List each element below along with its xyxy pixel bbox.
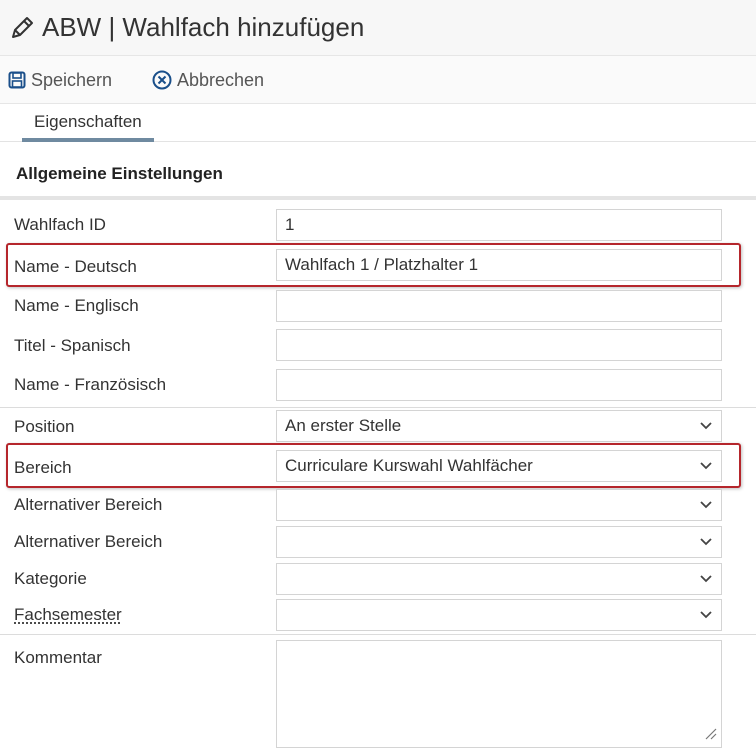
tab-bar: Eigenschaften (0, 104, 756, 142)
cancel-button[interactable]: Abbrechen (152, 67, 264, 93)
bereich-label: Bereich (14, 458, 72, 477)
position-label: Position (14, 417, 75, 436)
chevron-down-icon (700, 575, 712, 583)
tab-label: Eigenschaften (34, 112, 142, 131)
name-deutsch-label: Name - Deutsch (14, 257, 137, 276)
save-button[interactable]: Speichern (8, 67, 112, 93)
cancel-icon (152, 70, 172, 90)
bereich-value: Curriculare Kurswahl Wahlfächer (285, 456, 533, 475)
alt-bereich-1-select[interactable] (276, 489, 722, 521)
chevron-down-icon (700, 611, 712, 619)
alt-bereich-1-label: Alternativer Bereich (14, 495, 163, 514)
save-label: Speichern (31, 69, 113, 90)
group-divider (0, 634, 756, 635)
chevron-down-icon (700, 538, 712, 546)
name-englisch-input[interactable] (276, 290, 722, 322)
group-divider (0, 407, 756, 408)
chevron-down-icon (700, 422, 712, 430)
kategorie-label: Kategorie (14, 569, 87, 588)
section-divider (0, 196, 756, 200)
alt-bereich-2-select[interactable] (276, 526, 722, 558)
wahlfach-id-input[interactable] (276, 209, 722, 241)
position-value: An erster Stelle (285, 416, 402, 435)
wahlfach-id-label: Wahlfach ID (14, 215, 106, 234)
name-franzoesisch-input[interactable] (276, 369, 722, 401)
section-title: Allgemeine Einstellungen (16, 164, 223, 183)
pencil-icon (12, 17, 33, 38)
page-title: ABW | Wahlfach hinzufügen (42, 12, 365, 42)
name-franzoesisch-label: Name - Französisch (14, 375, 167, 394)
name-deutsch-input[interactable] (276, 249, 722, 281)
toolbar: Speichern Abbrechen (0, 56, 756, 104)
chevron-down-icon (700, 501, 712, 509)
titel-spanisch-label: Titel - Spanisch (14, 336, 131, 355)
tab-active-indicator (22, 138, 154, 142)
bereich-select[interactable]: Curriculare Kurswahl Wahlfächer (276, 450, 722, 482)
titel-spanisch-input[interactable] (276, 329, 722, 361)
kommentar-label: Kommentar (14, 648, 102, 667)
kommentar-textarea[interactable] (276, 640, 722, 748)
kategorie-select[interactable] (276, 563, 722, 595)
fachsemester-label: Fachsemester (14, 605, 122, 624)
title-bar: ABW | Wahlfach hinzufügen (0, 0, 756, 56)
position-select[interactable]: An erster Stelle (276, 410, 722, 442)
resize-handle-icon[interactable] (703, 726, 717, 740)
alt-bereich-2-label: Alternativer Bereich (14, 532, 163, 551)
tab-eigenschaften[interactable]: Eigenschaften (22, 108, 154, 142)
name-englisch-label: Name - Englisch (14, 296, 139, 315)
chevron-down-icon (700, 462, 712, 470)
cancel-label: Abbrechen (177, 69, 265, 90)
fachsemester-select[interactable] (276, 599, 722, 631)
save-icon (8, 71, 26, 89)
